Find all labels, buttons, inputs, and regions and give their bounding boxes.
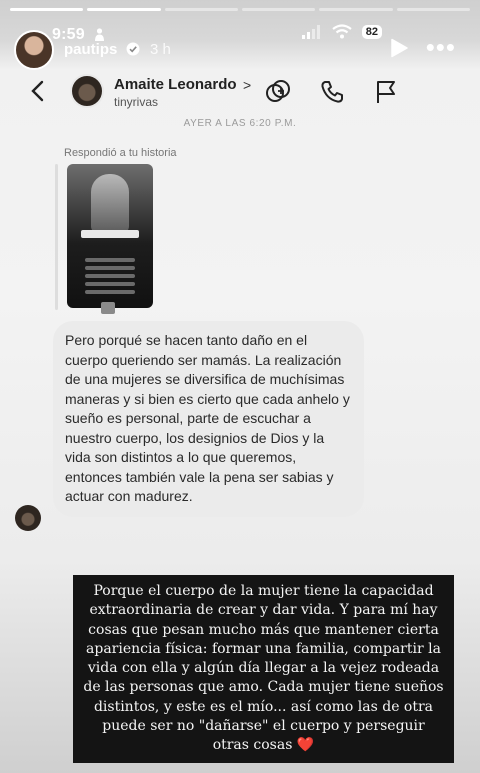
thumbnail-text-line xyxy=(85,274,135,278)
verified-icon xyxy=(126,42,140,56)
story-caption: Porque el cuerpo de la mujer tiene la ca… xyxy=(73,575,454,763)
video-call-icon[interactable] xyxy=(264,78,292,106)
replied-label: Respondió a tu historia xyxy=(64,147,177,159)
play-icon[interactable] xyxy=(390,38,408,58)
signal-icon xyxy=(301,24,320,39)
story-avatar[interactable] xyxy=(14,30,54,70)
caption-text: Porque el cuerpo de la mujer tiene la ca… xyxy=(83,583,444,754)
progress-segment xyxy=(164,8,238,11)
story-time-ago: 3 h xyxy=(150,41,171,58)
more-icon[interactable]: ••• xyxy=(426,34,456,60)
story-frame: 9:59 82 pautips 3 h ••• Amaite Leonardo … xyxy=(0,0,480,773)
reaction-icon xyxy=(101,302,115,314)
thumbnail-text-line xyxy=(85,282,135,286)
story-progress xyxy=(10,8,470,11)
flag-icon[interactable] xyxy=(372,78,400,106)
thumbnail-figure xyxy=(91,174,129,234)
progress-segment xyxy=(241,8,316,11)
contact-handle: tinyrivas xyxy=(114,95,159,109)
phone-icon[interactable] xyxy=(318,78,346,106)
thumbnail-note xyxy=(81,230,139,238)
heart-icon: ❤️ xyxy=(296,737,315,754)
progress-segment xyxy=(87,8,161,11)
thumbnail-text-line xyxy=(85,266,135,270)
progress-segment xyxy=(319,8,393,11)
message-bubble: Pero porqué se hacen tanto daño en el cu… xyxy=(53,321,364,517)
reply-divider xyxy=(55,164,58,310)
contact-name[interactable]: Amaite Leonardo xyxy=(114,76,237,93)
story-thumbnail[interactable] xyxy=(67,164,153,308)
story-username[interactable]: pautips xyxy=(64,41,117,58)
wifi-icon xyxy=(332,24,352,39)
sender-avatar xyxy=(15,505,41,531)
person-icon xyxy=(95,28,104,41)
contact-avatar[interactable] xyxy=(70,74,104,108)
battery-icon: 82 xyxy=(361,24,382,39)
status-icons: 82 xyxy=(301,24,382,39)
chevron-right-icon[interactable]: > xyxy=(243,77,251,93)
progress-segment xyxy=(10,8,84,11)
back-icon[interactable] xyxy=(26,78,52,104)
message-timestamp: AYER A LAS 6:20 P.M. xyxy=(183,118,297,129)
thumbnail-text-line xyxy=(85,290,135,294)
progress-segment xyxy=(396,8,470,11)
thumbnail-text-line xyxy=(85,258,135,262)
